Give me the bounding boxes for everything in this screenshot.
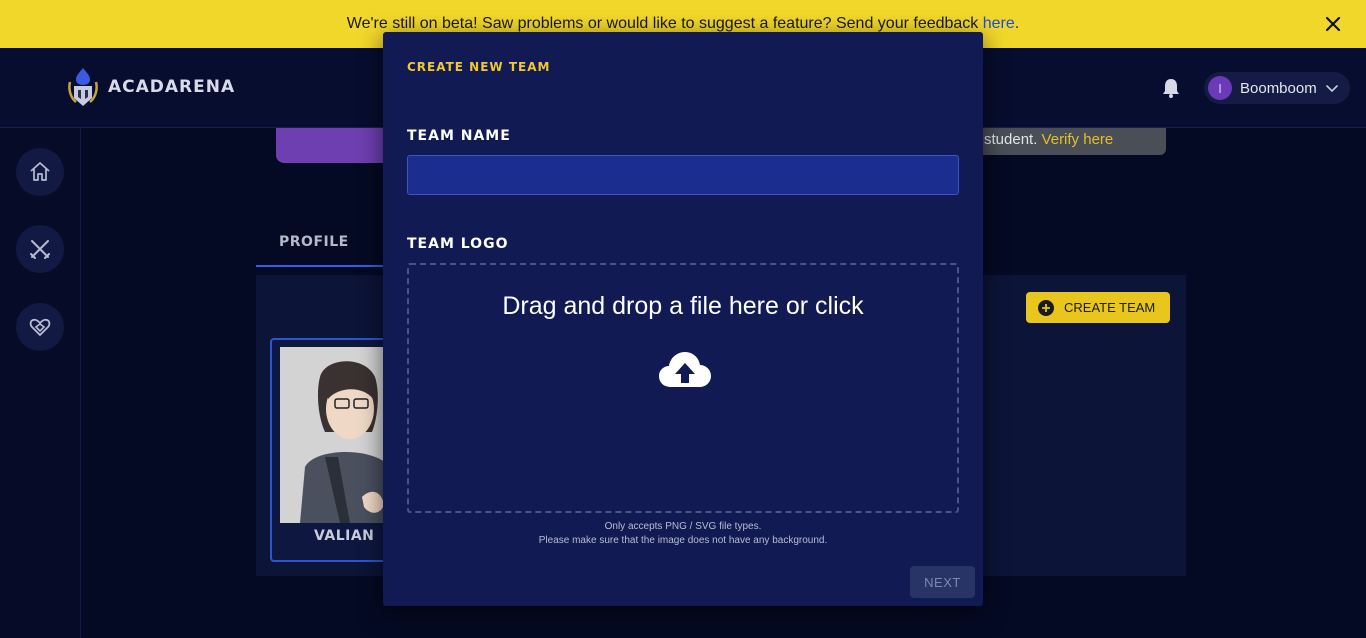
modal-title: CREATE NEW TEAM: [407, 60, 551, 74]
bell-icon[interactable]: [1160, 77, 1182, 99]
sidebar-item-matches[interactable]: [16, 225, 64, 273]
team-card-image: [280, 347, 388, 523]
user-menu[interactable]: I Boomboom: [1204, 72, 1350, 104]
acadarena-logo-icon: [68, 68, 98, 106]
brand-logo[interactable]: ACADARENA: [64, 66, 235, 108]
player-avatar-image: [280, 347, 388, 523]
dropzone-text: Drag and drop a file here or click: [502, 292, 864, 320]
chevron-down-icon[interactable]: [1324, 80, 1340, 96]
team-name-label: TEAM NAME: [407, 128, 511, 144]
close-icon[interactable]: [1322, 13, 1344, 35]
plus-circle-icon: [1038, 299, 1054, 316]
file-type-hint: Only accepts PNG / SVG file types.: [604, 521, 762, 532]
create-team-button[interactable]: CREATE TEAM: [1026, 292, 1170, 323]
sidebar-item-community[interactable]: [16, 303, 64, 351]
create-team-modal: CREATE NEW TEAM TEAM NAME TEAM LOGO Drag…: [383, 32, 983, 606]
beta-banner-text: We're still on beta! Saw problems or wou…: [346, 15, 983, 32]
home-icon: [30, 162, 50, 181]
sidebar-item-home[interactable]: [16, 148, 64, 196]
team-card-name: VALIAN: [314, 528, 375, 544]
profile-banner: [276, 128, 386, 163]
beta-banner-message: We're still on beta! Saw problems or wou…: [347, 15, 1019, 33]
left-sidebar: [0, 128, 81, 638]
verify-text: student.: [984, 131, 1042, 148]
create-team-label: CREATE TEAM: [1064, 300, 1156, 315]
tab-profile[interactable]: PROFILE: [256, 220, 386, 267]
next-button[interactable]: NEXT: [910, 566, 975, 598]
brand-name: ACADARENA: [108, 77, 236, 97]
heart-handshake-icon: [29, 318, 51, 337]
cloud-upload-icon: [659, 352, 711, 387]
user-name: Boomboom: [1240, 79, 1317, 97]
background-hint: Please make sure that the image does not…: [538, 535, 828, 546]
verify-link[interactable]: Verify here: [1042, 131, 1114, 148]
beta-banner-period: .: [1014, 15, 1020, 32]
feedback-link[interactable]: here: [983, 15, 1015, 32]
crossed-swords-icon: [30, 240, 50, 259]
avatar: I: [1208, 76, 1232, 100]
team-card[interactable]: VALIAN: [270, 338, 390, 562]
team-logo-label: TEAM LOGO: [407, 236, 509, 252]
team-name-input[interactable]: [407, 155, 959, 195]
team-logo-dropzone[interactable]: Drag and drop a file here or click: [407, 263, 959, 513]
